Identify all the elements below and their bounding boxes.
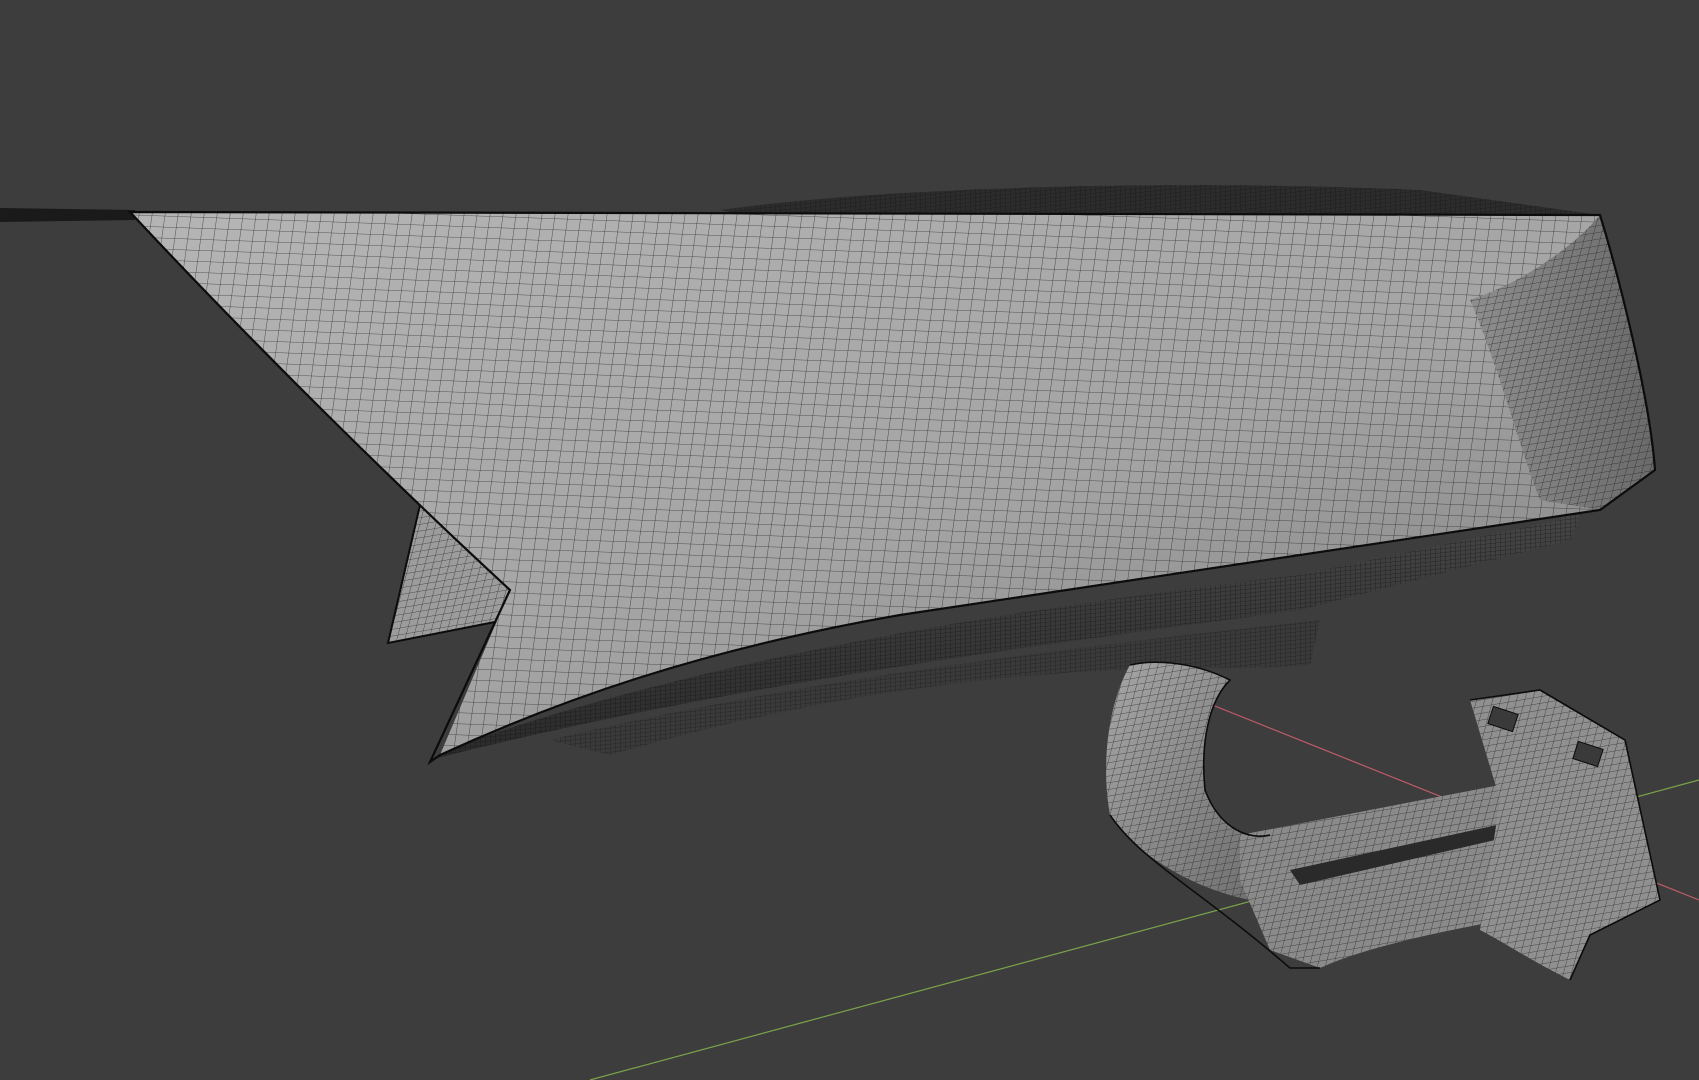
wing-main-surface[interactable] (130, 212, 1655, 755)
3d-viewport[interactable] (0, 0, 1699, 1080)
wing-left-edge (0, 208, 135, 222)
spoiler-mount-bracket[interactable] (1106, 661, 1661, 981)
viewport-canvas[interactable] (0, 0, 1699, 1080)
